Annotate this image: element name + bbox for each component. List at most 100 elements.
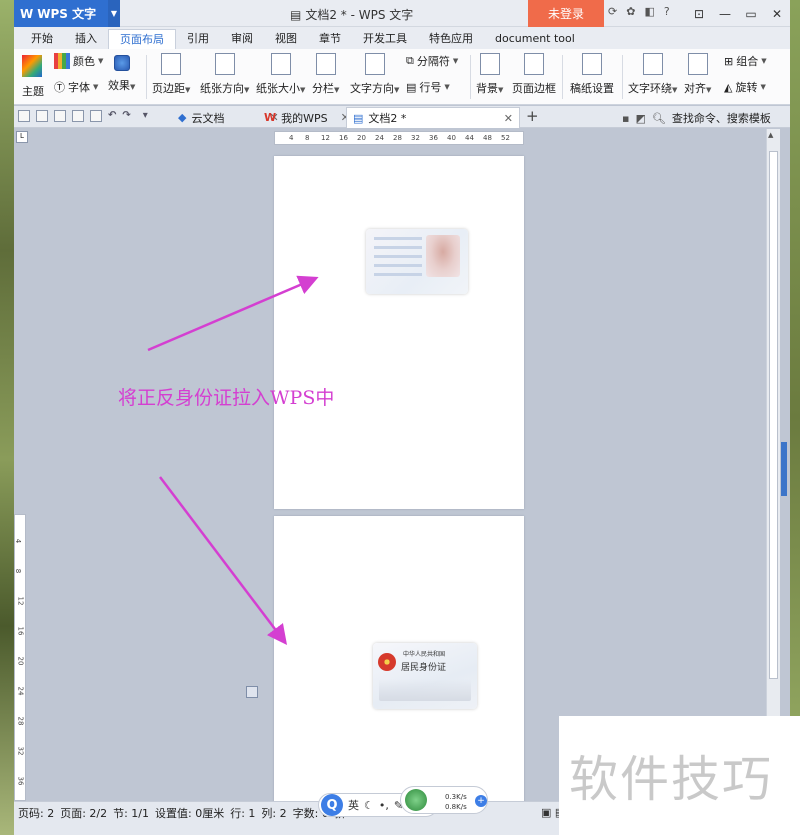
open-icon[interactable] [18, 110, 30, 122]
arrow-to-front [147, 275, 319, 352]
arrow-to-back [159, 476, 288, 645]
app-menu-dropdown-icon[interactable]: ▼ [108, 0, 120, 27]
menu-tabs: 开始 插入 页面布局 引用 审阅 视图 章节 开发工具 特色应用 documen… [14, 27, 790, 49]
ribbon-divider [470, 55, 471, 99]
network-speed-widget[interactable]: 0.3K/s 0.8K/s + [400, 786, 488, 814]
align-button[interactable]: 对齐▼ [684, 53, 711, 96]
columns-button[interactable]: 分栏▼ [312, 53, 339, 96]
manuscript-icon [582, 53, 602, 75]
ribbon-divider [622, 55, 623, 99]
desktop-background-right [790, 0, 800, 835]
tab-current-document[interactable]: ▤ 文档2 * ✕ [346, 107, 520, 128]
margins-label: 页边距 [152, 82, 185, 95]
app-menu-button[interactable]: W WPS 文字 [14, 0, 108, 27]
pin-icon[interactable]: ▪ [622, 112, 629, 125]
annotation-arrows [147, 275, 319, 645]
page-border-button[interactable]: 页面边框 [512, 53, 556, 96]
login-button[interactable]: 未登录 [528, 0, 604, 27]
orientation-button[interactable]: 纸张方向▼ [200, 53, 249, 96]
skin-icon[interactable]: ✿ [626, 5, 635, 18]
background-button[interactable]: 背景▼ [476, 53, 503, 96]
vertical-scrollbar[interactable]: ▲ ▼ [766, 129, 787, 801]
status-column[interactable]: 列: 2 [261, 805, 286, 821]
status-page-number[interactable]: 页码: 2 [18, 805, 54, 821]
moon-icon[interactable]: ☾ [364, 799, 374, 812]
tab-my-wps[interactable]: W 我的WPS ✕ [258, 107, 356, 128]
tab-developer[interactable]: 开发工具 [352, 29, 418, 49]
background-icon [479, 53, 500, 75]
export-pdf-icon[interactable] [54, 110, 66, 122]
restore-icon[interactable]: ⊡ [686, 0, 712, 27]
status-line[interactable]: 行: 1 [230, 805, 255, 821]
tab-section[interactable]: 章节 [308, 29, 352, 49]
network-ball-icon [405, 789, 427, 811]
rotate-button[interactable]: ◭ 旋转 ▼ [724, 79, 766, 95]
speed-boost-icon[interactable]: + [475, 795, 487, 807]
status-pages[interactable]: 页面: 2/2 [60, 805, 107, 821]
effect-button[interactable]: 效果▼ [108, 55, 135, 93]
new-tab-button[interactable]: + [526, 107, 539, 125]
close-button[interactable]: ✕ [764, 0, 790, 27]
ime-logo-icon[interactable]: Q [321, 794, 343, 816]
redo-icon[interactable]: ↷ [122, 110, 130, 122]
tab-references[interactable]: 引用 [176, 29, 220, 49]
window-title: ▤ 文档2 * - WPS 文字 [290, 6, 413, 23]
text-direction-label: 文字方向 [350, 82, 394, 95]
group-button[interactable]: ⊞ 组合 ▼ [724, 53, 767, 69]
document-work-area[interactable]: L 4 8 12 16 20 24 28 32 36 40 44 48 52 4… [14, 129, 766, 801]
paper-size-button[interactable]: 纸张大小▼ [256, 53, 305, 96]
wrap-text-button[interactable]: 文字环绕▼ [628, 53, 677, 96]
text-direction-button[interactable]: 文字方向▼ [350, 53, 399, 96]
theme-label: 主题 [22, 85, 44, 98]
watermark-panel: 软件技巧 [559, 716, 800, 835]
command-search[interactable]: ▪ ◩ 🔍︎ 查找命令、搜索模板 [622, 110, 771, 126]
manuscript-button[interactable]: 稿纸设置 [570, 53, 614, 96]
status-setting[interactable]: 设置值: 0厘米 [155, 805, 224, 821]
scroll-up-icon[interactable]: ▲ [768, 131, 773, 139]
save-icon[interactable] [36, 110, 48, 122]
tab-document-tool[interactable]: document tool [484, 29, 586, 49]
line-number-label: 行号 [419, 81, 442, 94]
undo-icon[interactable]: ↶ [108, 110, 116, 122]
color-button[interactable]: 颜色 ▼ [54, 53, 103, 69]
ime-language[interactable]: 英 [348, 797, 359, 813]
customize-dropdown-icon[interactable]: ▾ [143, 110, 148, 122]
tab-special[interactable]: 特色应用 [418, 29, 484, 49]
tab-home[interactable]: 开始 [20, 29, 64, 49]
search-icon: 🔍︎ [651, 111, 666, 125]
window-controls: ⊡ — ▭ ✕ [686, 0, 790, 27]
command-search-placeholder: 查找命令、搜索模板 [671, 112, 771, 125]
scrollbar-thumb[interactable] [769, 151, 778, 679]
layout-options-icon[interactable] [246, 686, 258, 698]
paper-size-icon [270, 53, 291, 75]
theme-button[interactable]: 主题 [22, 55, 44, 99]
wps-logo-icon: W [20, 6, 34, 21]
margins-button[interactable]: 页边距▼ [152, 53, 190, 96]
tab-page-layout[interactable]: 页面布局 [108, 29, 176, 49]
group-icon: ⊞ [724, 54, 734, 68]
align-label: 对齐 [684, 82, 706, 95]
preview-icon[interactable] [90, 110, 102, 122]
orientation-icon [214, 53, 235, 75]
side-panel-toggle[interactable] [781, 442, 787, 496]
tab-review[interactable]: 审阅 [220, 29, 264, 49]
tab-insert[interactable]: 插入 [64, 29, 108, 49]
color-label: 颜色 [73, 55, 95, 68]
help-icon[interactable]: ? [664, 5, 670, 18]
minimize-button[interactable]: — [712, 0, 738, 27]
status-section[interactable]: 节: 1/1 [113, 805, 149, 821]
font-button[interactable]: Ⓣ 字体 ▼ [54, 79, 98, 95]
font-label: 字体 [68, 81, 90, 94]
line-number-button[interactable]: ▤ 行号 ▼ [406, 79, 450, 95]
tab-view[interactable]: 视图 [264, 29, 308, 49]
panel-icon[interactable]: ◩ [635, 112, 645, 125]
feedback-icon[interactable]: ◧ [644, 5, 654, 18]
font-icon: Ⓣ [54, 81, 65, 94]
maximize-button[interactable]: ▭ [738, 0, 764, 27]
separator-button[interactable]: ⧉ 分隔符 ▼ [406, 53, 458, 69]
sync-icon[interactable]: ⟳ [608, 5, 617, 18]
close-tab-icon[interactable]: ✕ [504, 112, 513, 125]
punctuation-icon[interactable]: •, [379, 799, 389, 812]
print-icon[interactable] [72, 110, 84, 122]
effect-icon [113, 55, 130, 71]
